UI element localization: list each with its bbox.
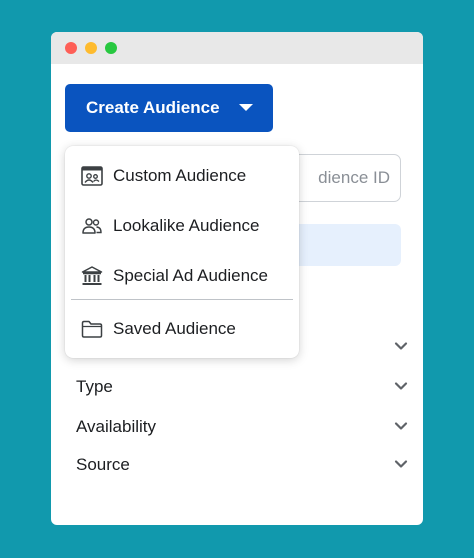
menu-item-saved-audience[interactable]: Saved Audience — [65, 309, 299, 349]
title-bar — [51, 32, 423, 64]
menu-item-label: Lookalike Audience — [113, 216, 260, 235]
menu-item-custom-audience[interactable]: Custom Audience — [65, 156, 299, 196]
filter-row-availability[interactable]: Availability — [76, 413, 408, 441]
menu-item-label: Custom Audience — [113, 166, 247, 185]
minimize-window-button[interactable] — [85, 42, 97, 54]
filter-row-source[interactable]: Source — [76, 451, 408, 479]
menu-divider — [71, 299, 293, 300]
chevron-down-icon — [394, 422, 408, 430]
people-icon — [82, 218, 102, 234]
chevron-down-icon — [394, 342, 408, 350]
maximize-window-button[interactable] — [105, 42, 117, 54]
menu-item-lookalike-audience[interactable]: Lookalike Audience — [65, 206, 299, 246]
custom-audience-icon — [81, 166, 103, 186]
bank-icon — [81, 266, 103, 285]
menu-item-label: Special Ad Audience — [113, 266, 269, 285]
filter-label-source: Source — [76, 455, 130, 474]
menu-item-label: Saved Audience — [113, 319, 236, 338]
folder-icon — [81, 320, 103, 338]
create-audience-dropdown: Custom Audience Lookalike Audience Speci… — [65, 146, 299, 358]
chevron-down-icon — [394, 460, 408, 468]
filter-row-type[interactable]: Type — [76, 373, 408, 401]
create-audience-button[interactable]: Create Audience — [65, 84, 273, 132]
close-window-button[interactable] — [65, 42, 77, 54]
create-audience-label: Create Audience — [86, 98, 220, 117]
filter-label-availability: Availability — [76, 417, 157, 436]
menu-item-special-ad-audience[interactable]: Special Ad Audience — [65, 256, 299, 296]
caret-down-icon — [239, 104, 253, 111]
chevron-down-icon — [394, 382, 408, 390]
filter-label-type: Type — [76, 377, 113, 396]
